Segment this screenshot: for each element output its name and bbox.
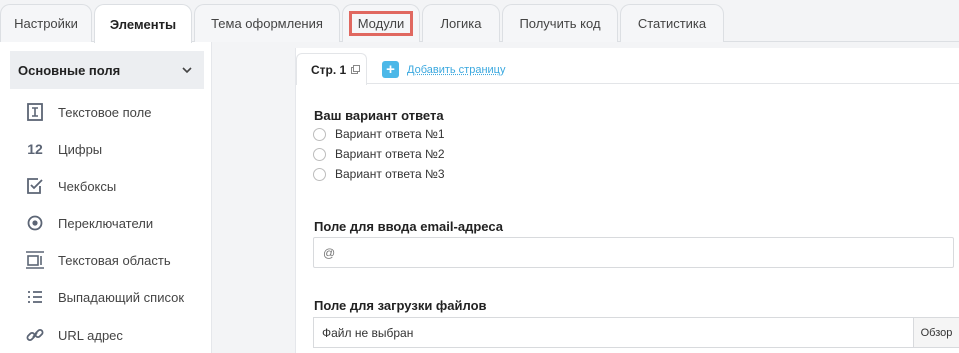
- browse-button[interactable]: Обзор: [913, 317, 959, 348]
- radio-button[interactable]: [313, 148, 326, 161]
- text-field-icon: [24, 101, 46, 123]
- section-title: Основные поля: [18, 63, 120, 78]
- sidebar-item-label: Чекбоксы: [58, 179, 116, 194]
- sidebar-item-label: Текстовое поле: [58, 105, 151, 120]
- sidebar-item-checkboxes[interactable]: Чекбоксы: [24, 174, 116, 198]
- sidebar-item-label: Переключатели: [58, 216, 153, 231]
- chevron-down-icon: [180, 63, 194, 77]
- tab-label: Статистика: [638, 16, 706, 31]
- section-header-basic-fields[interactable]: Основные поля: [10, 51, 204, 89]
- page-tab-label: Стр. 1: [311, 63, 346, 77]
- tab-get-code[interactable]: Получить код: [502, 4, 618, 42]
- tab-label: Настройки: [14, 16, 78, 31]
- tab-settings[interactable]: Настройки: [0, 4, 92, 42]
- plus-icon: +: [382, 61, 399, 78]
- sidebar-item-textarea[interactable]: Текстовая область: [24, 248, 171, 272]
- tab-label: Получить код: [519, 16, 600, 31]
- radio-option[interactable]: Вариант ответа №1: [313, 127, 445, 141]
- radio-button[interactable]: [313, 128, 326, 141]
- tab-statistics[interactable]: Статистика: [620, 4, 724, 42]
- radio-icon: [24, 212, 46, 234]
- form-canvas: Стр. 1 + Добавить страницу Ваш вариант о…: [295, 48, 959, 353]
- radio-button[interactable]: [313, 168, 326, 181]
- sidebar-item-numbers[interactable]: 12 Цифры: [24, 137, 102, 161]
- sidebar-item-label: URL адрес: [58, 328, 123, 343]
- file-upload-title: Поле для загрузки файлов: [314, 298, 487, 313]
- textarea-icon: [24, 249, 46, 271]
- tab-label: Модули: [349, 11, 414, 36]
- tab-label: Логика: [441, 16, 482, 31]
- page-tabs: Стр. 1 + Добавить страницу: [296, 48, 959, 84]
- radio-option-label: Вариант ответа №1: [335, 127, 445, 141]
- link-icon: [24, 324, 46, 346]
- add-page-button[interactable]: + Добавить страницу: [382, 61, 505, 78]
- tab-logic[interactable]: Логика: [422, 4, 500, 42]
- page-tab-1[interactable]: Стр. 1: [296, 53, 367, 85]
- radio-option[interactable]: Вариант ответа №2: [313, 147, 445, 161]
- sidebar-item-label: Выпадающий список: [58, 290, 184, 305]
- radio-option-label: Вариант ответа №3: [335, 167, 445, 181]
- tab-theme[interactable]: Тема оформления: [194, 4, 340, 42]
- numbers-icon: 12: [24, 138, 46, 160]
- sidebar-item-label: Текстовая область: [58, 253, 171, 268]
- tab-bar: Настройки Элементы Тема оформления Модул…: [0, 0, 959, 42]
- checkbox-icon: [24, 175, 46, 197]
- add-page-link[interactable]: Добавить страницу: [407, 64, 505, 76]
- copy-icon[interactable]: [351, 65, 360, 74]
- sidebar-item-label: Цифры: [58, 142, 102, 157]
- tab-modules[interactable]: Модули: [342, 4, 420, 42]
- list-icon: [24, 286, 46, 308]
- sidebar-item-radio[interactable]: Переключатели: [24, 211, 153, 235]
- email-field[interactable]: [313, 237, 954, 268]
- sidebar-item-dropdown[interactable]: Выпадающий список: [24, 285, 184, 309]
- sidebar-item-url[interactable]: URL адрес: [24, 323, 123, 347]
- email-field-title: Поле для ввода email-адреса: [314, 219, 503, 234]
- question-title: Ваш вариант ответа: [314, 108, 444, 123]
- tab-label: Элементы: [110, 17, 176, 32]
- file-upload: Файл не выбран Обзор: [313, 317, 959, 348]
- sidebar-item-text-field[interactable]: Текстовое поле: [24, 100, 151, 124]
- elements-sidebar: Основные поля Текстовое поле 12 Цифры Че…: [0, 42, 212, 353]
- tab-label: Тема оформления: [211, 16, 323, 31]
- radio-option[interactable]: Вариант ответа №3: [313, 167, 445, 181]
- file-name-display: Файл не выбран: [313, 317, 913, 348]
- radio-option-label: Вариант ответа №2: [335, 147, 445, 161]
- tab-elements[interactable]: Элементы: [94, 4, 192, 43]
